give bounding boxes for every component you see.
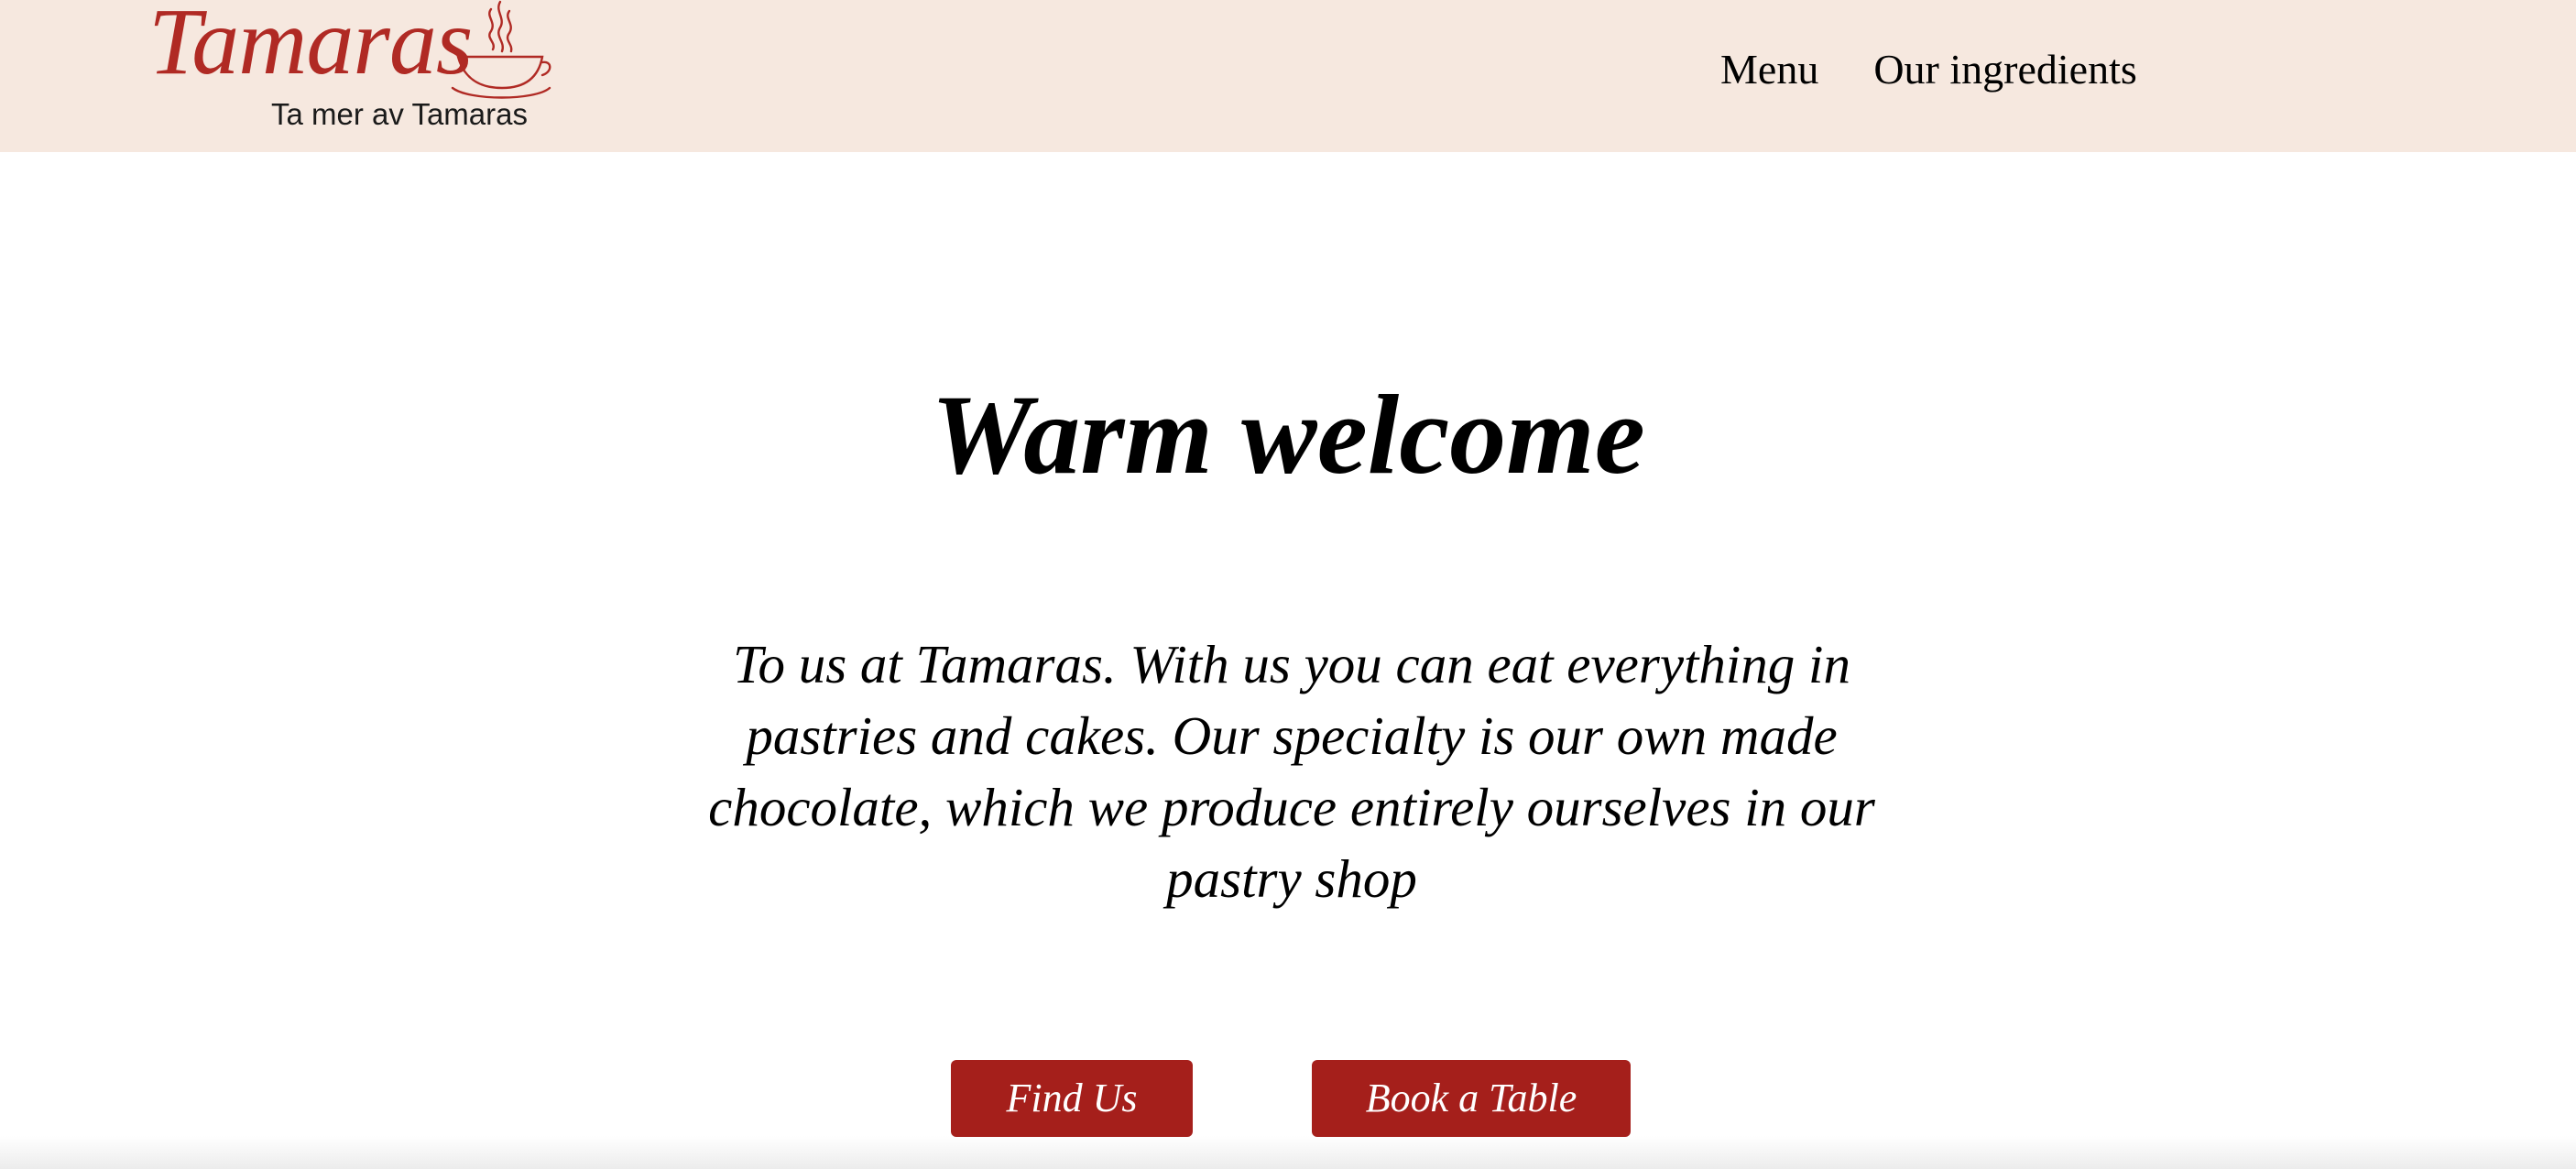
logo-tagline: Ta mer av Tamaras (271, 97, 528, 131)
book-a-table-button[interactable]: Book a Table (1312, 1060, 1631, 1137)
find-us-button[interactable]: Find Us (951, 1060, 1193, 1137)
logo-script-text: Tamaras (148, 0, 473, 94)
page-title: Warm welcome (931, 372, 1645, 497)
nav-item-our-ingredients[interactable]: Our ingredients (1873, 44, 2136, 95)
steaming-coffee-cup-icon (451, 0, 551, 99)
main-nav: Menu Our ingredients (1720, 44, 2137, 95)
bottom-shadow (0, 1136, 2576, 1169)
hero-description: To us at Tamaras. With us you can eat ev… (708, 634, 1875, 909)
logo[interactable]: Tamaras Ta mer av Tamaras (147, 0, 559, 137)
site-header: Tamaras Ta mer av Tamaras Menu Our ingre… (0, 0, 2576, 152)
nav-item-menu[interactable]: Menu (1720, 44, 1818, 95)
